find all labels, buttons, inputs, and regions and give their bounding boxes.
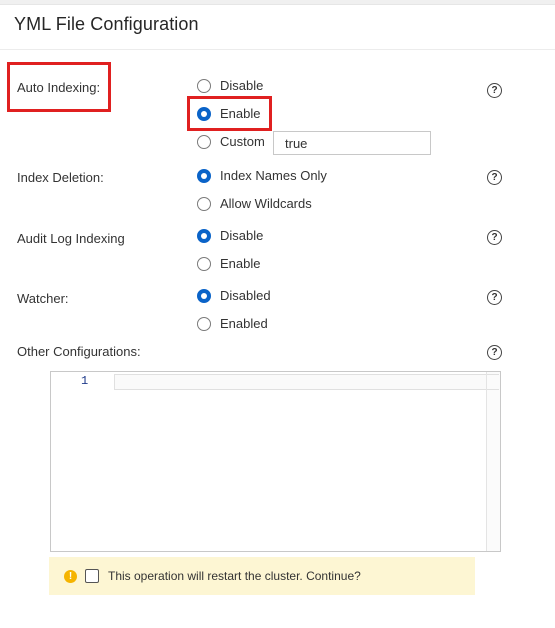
radio-circle-icon (197, 134, 211, 149)
radio-label: Enable (220, 106, 261, 121)
audit-log-disable-radio[interactable]: Disable (197, 228, 263, 243)
radio-label: Allow Wildcards (220, 196, 312, 211)
help-icon-auto-indexing[interactable]: ? (487, 83, 502, 98)
line-number: 1 (81, 374, 89, 388)
radio-selected-icon (197, 288, 211, 303)
radio-selected-icon (197, 228, 211, 243)
radio-selected-icon (197, 106, 211, 121)
index-deletion-label: Index Deletion: (17, 170, 104, 185)
radio-label: Disable (220, 78, 264, 93)
warning-icon: ! (64, 569, 77, 583)
audit-log-indexing-label: Audit Log Indexing (17, 231, 125, 246)
help-icon-other-configurations[interactable]: ? (487, 345, 502, 360)
index-deletion-allow-wildcards-radio[interactable]: Allow Wildcards (197, 196, 312, 211)
audit-log-enable-radio[interactable]: Enable (197, 256, 260, 271)
editor-scrollbar[interactable] (486, 372, 500, 551)
radio-label: Disabled (220, 288, 271, 303)
watcher-enabled-radio[interactable]: Enabled (197, 316, 268, 331)
page-title: YML File Configuration (14, 14, 199, 34)
auto-indexing-enable-radio[interactable]: Enable (197, 106, 260, 121)
index-deletion-names-only-radio[interactable]: Index Names Only (197, 168, 327, 183)
radio-label: Custom (220, 134, 265, 149)
confirm-restart-checkbox[interactable] (85, 569, 99, 583)
help-icon-index-deletion[interactable]: ? (487, 170, 502, 185)
yml-code-editor[interactable]: 1 (50, 371, 501, 552)
auto-indexing-custom-radio[interactable]: Custom (197, 134, 265, 149)
editor-active-line[interactable] (114, 374, 488, 390)
scrollbar-thumb[interactable] (487, 374, 499, 390)
help-icon-audit-log-indexing[interactable]: ? (487, 230, 502, 245)
warning-text: This operation will restart the cluster.… (108, 569, 361, 583)
radio-label: Enabled (220, 316, 268, 331)
radio-label: Enable (220, 256, 261, 271)
auto-indexing-custom-input[interactable] (273, 131, 431, 155)
watcher-label: Watcher: (17, 291, 69, 306)
radio-circle-icon (197, 316, 211, 331)
watcher-disabled-radio[interactable]: Disabled (197, 288, 271, 303)
help-icon-watcher[interactable]: ? (487, 290, 502, 305)
radio-label: Index Names Only (220, 168, 327, 183)
auto-indexing-label: Auto Indexing: (17, 80, 101, 95)
top-edge (0, 0, 555, 5)
radio-label: Disable (220, 228, 264, 243)
radio-circle-icon (197, 196, 211, 211)
auto-indexing-disable-radio[interactable]: Disable (197, 78, 263, 93)
radio-circle-icon (197, 256, 211, 271)
radio-circle-icon (197, 78, 211, 93)
header-divider (0, 49, 555, 50)
restart-warning-banner: ! This operation will restart the cluste… (49, 557, 475, 595)
radio-selected-icon (197, 168, 211, 183)
other-configurations-label: Other Configurations: (17, 344, 141, 359)
